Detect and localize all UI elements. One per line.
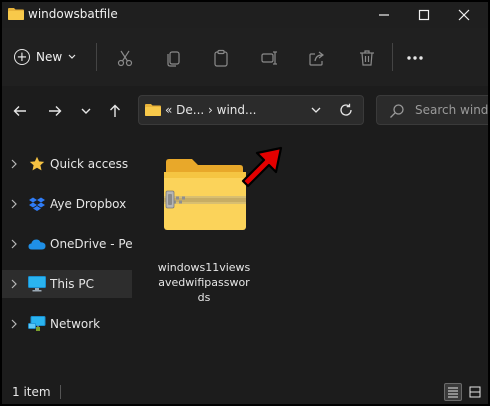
search-icon [390, 104, 404, 118]
large-icons-view-button[interactable] [466, 383, 484, 401]
recent-locations-chevron-icon [81, 108, 91, 114]
star-icon [28, 156, 46, 172]
red-arrow-annotation [241, 146, 283, 188]
address-path[interactable]: « De... › wind... [165, 103, 256, 117]
navigation-pane: Quick access Aye Dropbox OneDrive - Pe T… [2, 134, 134, 380]
file-item[interactable]: windows11viewsavedwifipasswords [156, 154, 252, 304]
zip-folder-icon [164, 159, 246, 230]
status-bar: 1 item [2, 380, 488, 404]
forward-arrow-icon [49, 106, 62, 116]
plus-icon: + [14, 49, 30, 65]
paste-icon [214, 49, 228, 67]
chevron-down-icon [68, 54, 76, 59]
file-name: windows11viewsavedwifipasswords [157, 261, 251, 304]
file-explorer-window: windowsbatfile + New « De... › wind... S… [0, 0, 490, 406]
large-icons-view-icon [469, 386, 481, 398]
title-bar: windowsbatfile [2, 2, 488, 28]
minimize-button[interactable] [366, 4, 402, 26]
delete-button[interactable] [356, 47, 378, 69]
command-bar: + New [2, 28, 488, 87]
folder-icon [145, 104, 161, 116]
refresh-button[interactable] [337, 101, 355, 119]
sidebar-item-label: Quick access [50, 157, 129, 171]
delete-icon [360, 50, 374, 66]
chevron-right-icon[interactable] [9, 198, 19, 210]
window-title: windowsbatfile [28, 7, 118, 21]
copy-icon [167, 51, 180, 67]
cut-button[interactable] [114, 47, 136, 69]
sidebar-item-onedrive[interactable]: OneDrive - Pers [2, 230, 132, 258]
details-view-icon [448, 387, 458, 398]
up-button[interactable] [105, 101, 125, 121]
refresh-icon [340, 103, 352, 116]
up-arrow-icon [110, 104, 120, 117]
forward-button[interactable] [45, 101, 65, 121]
chevron-right-icon[interactable] [9, 238, 19, 250]
sidebar-item-label: Network [50, 317, 101, 331]
navigation-bar: « De... › wind... [2, 86, 488, 134]
item-count: 1 item [12, 385, 51, 399]
file-list-view: windows11viewsavedwifipasswords [134, 134, 488, 380]
sidebar-item-this-pc[interactable]: This PC [2, 270, 132, 298]
sidebar-item-label: Aye Dropbox [50, 197, 127, 211]
back-button[interactable] [10, 101, 30, 121]
share-button[interactable] [306, 47, 328, 69]
cloud-icon [28, 236, 46, 252]
monitor-icon [28, 276, 46, 292]
chevron-down-icon [311, 107, 321, 113]
rename-button[interactable] [258, 47, 280, 69]
share-icon [309, 51, 324, 66]
more-options-button[interactable] [404, 47, 426, 69]
dropbox-icon [28, 196, 46, 212]
more-icon [407, 56, 423, 60]
chevron-right-icon[interactable] [9, 158, 19, 170]
recent-locations-button[interactable] [76, 101, 96, 121]
cut-icon [117, 50, 133, 67]
details-view-button[interactable] [444, 383, 462, 401]
chevron-right-icon[interactable] [9, 318, 19, 330]
rename-icon [261, 51, 277, 65]
sidebar-item-quick-access[interactable]: Quick access [2, 150, 132, 178]
sidebar-item-dropbox[interactable]: Aye Dropbox [2, 190, 132, 218]
folder-icon [8, 8, 24, 20]
close-icon [458, 9, 470, 21]
sidebar-item-label: This PC [50, 277, 94, 291]
maximize-icon [418, 9, 430, 21]
sidebar-item-network[interactable]: Network [2, 310, 132, 338]
chevron-right-icon[interactable] [9, 278, 19, 290]
minimize-icon [379, 14, 389, 16]
close-button[interactable] [446, 4, 482, 26]
maximize-button[interactable] [406, 4, 442, 26]
copy-button[interactable] [162, 47, 184, 69]
toolbar-divider [96, 43, 97, 71]
network-icon [28, 316, 46, 332]
new-button[interactable]: + New [14, 45, 76, 69]
search-box[interactable] [376, 95, 488, 125]
status-divider [60, 385, 61, 399]
paste-button[interactable] [210, 47, 232, 69]
search-input[interactable] [415, 101, 488, 119]
back-arrow-icon [13, 106, 26, 116]
sidebar-item-label: OneDrive - Pers [50, 237, 132, 251]
new-button-label: New [36, 50, 63, 64]
toolbar-divider [392, 43, 393, 71]
address-dropdown-button[interactable] [307, 101, 325, 119]
address-bar[interactable]: « De... › wind... [138, 95, 364, 125]
